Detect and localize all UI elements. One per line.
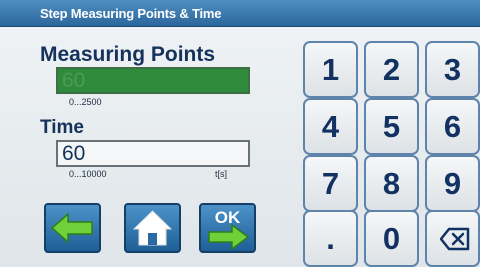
key-7[interactable]: 7 — [303, 155, 358, 212]
key-2[interactable]: 2 — [364, 41, 419, 98]
measuring-points-label: Measuring Points — [40, 43, 216, 66]
time-range: 0...10000 — [69, 169, 107, 179]
home-icon — [132, 210, 173, 246]
time-unit: t[s] — [215, 169, 228, 179]
home-button[interactable] — [124, 203, 181, 253]
measuring-points-range: 0...2500 — [69, 97, 102, 107]
key-1[interactable]: 1 — [303, 41, 358, 98]
key-decimal[interactable]: . — [303, 210, 358, 267]
time-field[interactable]: 60 — [56, 140, 250, 167]
backspace-button[interactable] — [425, 210, 480, 267]
key-9[interactable]: 9 — [425, 155, 480, 212]
arrow-right-icon — [208, 223, 250, 251]
key-0[interactable]: 0 — [364, 210, 419, 267]
key-5[interactable]: 5 — [364, 98, 419, 155]
key-6[interactable]: 6 — [425, 98, 480, 155]
time-label: Time — [40, 117, 85, 138]
window-title: Step Measuring Points & Time — [40, 6, 222, 21]
measuring-points-field[interactable]: 60 — [56, 67, 250, 94]
title-bar: Step Measuring Points & Time — [0, 0, 480, 27]
key-3[interactable]: 3 — [425, 41, 480, 98]
back-button[interactable] — [44, 203, 101, 253]
ok-button[interactable]: OK — [199, 203, 256, 253]
key-8[interactable]: 8 — [364, 155, 419, 212]
backspace-icon — [440, 227, 470, 251]
key-4[interactable]: 4 — [303, 98, 358, 155]
arrow-left-icon — [50, 212, 93, 244]
